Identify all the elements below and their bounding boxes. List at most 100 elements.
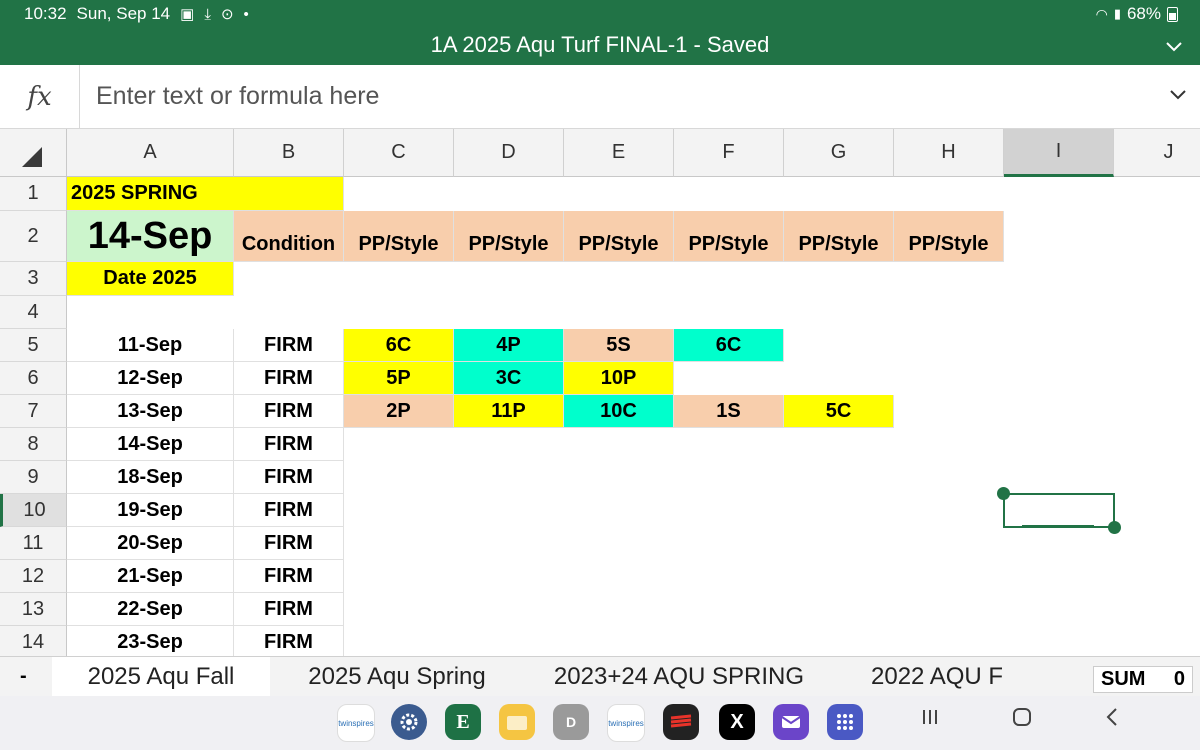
- cell-a7[interactable]: 13-Sep: [67, 395, 234, 428]
- row-header-8[interactable]: 8: [0, 428, 67, 461]
- selection-handle-bottom-right[interactable]: [1108, 521, 1121, 534]
- twinspires-chrome-icon[interactable]: twinspires: [607, 704, 645, 742]
- sum-status[interactable]: SUM 0: [1093, 666, 1193, 693]
- cell-b9[interactable]: FIRM: [234, 461, 344, 494]
- sheet-tabs: - 2025 Aqu Fall 2025 Aqu Spring 2023+24 …: [0, 656, 1200, 697]
- row-header-2[interactable]: 2: [0, 211, 67, 262]
- selection-handle-top-left[interactable]: [997, 487, 1010, 500]
- status-date: Sun, Sep 14: [76, 4, 171, 23]
- cell-d7[interactable]: 11P: [454, 395, 564, 428]
- cell-c2[interactable]: PP/Style: [344, 211, 454, 262]
- cell-e7[interactable]: 10C: [564, 395, 674, 428]
- cell-f2[interactable]: PP/Style: [674, 211, 784, 262]
- cell-a10[interactable]: 19-Sep: [67, 494, 234, 527]
- cell-d5[interactable]: 4P: [454, 329, 564, 362]
- sum-value: 0: [1173, 668, 1185, 690]
- selected-cell-i10[interactable]: [1003, 493, 1115, 528]
- chevron-down-icon[interactable]: [1166, 36, 1182, 57]
- row-header-3[interactable]: 3: [0, 262, 67, 296]
- row-header-7[interactable]: 7: [0, 395, 67, 428]
- apps-grid-icon[interactable]: [827, 704, 863, 740]
- back-icon[interactable]: [1104, 706, 1120, 735]
- mail-icon[interactable]: [773, 704, 809, 740]
- cell-c6[interactable]: 5P: [344, 362, 454, 395]
- column-header-c[interactable]: C: [344, 129, 454, 177]
- sheet-menu-button[interactable]: -: [20, 665, 27, 688]
- column-header-i[interactable]: I: [1004, 129, 1114, 177]
- row-header-4[interactable]: 4: [0, 296, 67, 329]
- cell-b6[interactable]: FIRM: [234, 362, 344, 395]
- cell-b13[interactable]: FIRM: [234, 593, 344, 626]
- cell-b14[interactable]: FIRM: [234, 626, 344, 656]
- tab-2025-aqu-spring[interactable]: 2025 Aqu Spring: [272, 657, 522, 697]
- row-header-14[interactable]: 14: [0, 626, 67, 656]
- row-header-13[interactable]: 13: [0, 593, 67, 626]
- row-header-12[interactable]: 12: [0, 560, 67, 593]
- cell-a14[interactable]: 23-Sep: [67, 626, 234, 656]
- cell-b5[interactable]: FIRM: [234, 329, 344, 362]
- column-header-g[interactable]: G: [784, 129, 894, 177]
- column-header-a[interactable]: A: [67, 129, 234, 177]
- cell-a6[interactable]: 12-Sep: [67, 362, 234, 395]
- cell-a2[interactable]: 14-Sep: [67, 211, 234, 262]
- cell-a11[interactable]: 20-Sep: [67, 527, 234, 560]
- column-header-b[interactable]: B: [234, 129, 344, 177]
- fx-icon[interactable]: fx: [0, 65, 80, 128]
- cell-c7[interactable]: 2P: [344, 395, 454, 428]
- twinspires-app-icon[interactable]: twinspires: [337, 704, 375, 742]
- cell-c5[interactable]: 6C: [344, 329, 454, 362]
- cell-b10[interactable]: FIRM: [234, 494, 344, 527]
- cell-a9[interactable]: 18-Sep: [67, 461, 234, 494]
- cell-b11[interactable]: FIRM: [234, 527, 344, 560]
- cell-a5[interactable]: 11-Sep: [67, 329, 234, 362]
- column-header-h[interactable]: H: [894, 129, 1004, 177]
- cell-a8[interactable]: 14-Sep: [67, 428, 234, 461]
- cell-g2[interactable]: PP/Style: [784, 211, 894, 262]
- cell-e5[interactable]: 5S: [564, 329, 674, 362]
- select-all-corner[interactable]: [0, 129, 67, 177]
- recent-apps-icon[interactable]: [920, 706, 940, 734]
- sync-icon: ⊙: [220, 6, 234, 23]
- column-header-d[interactable]: D: [454, 129, 564, 177]
- home-icon[interactable]: [1011, 706, 1033, 735]
- row-header-10[interactable]: 10: [0, 494, 67, 527]
- column-header-f[interactable]: F: [674, 129, 784, 177]
- tab-2022-aqu-f[interactable]: 2022 AQU F: [836, 657, 1002, 697]
- formula-input[interactable]: [96, 77, 1136, 115]
- cell-b2[interactable]: Condition: [234, 211, 344, 262]
- excel-app-icon[interactable]: E: [445, 704, 481, 740]
- column-header-j[interactable]: J: [1114, 129, 1200, 177]
- files-folder-icon[interactable]: [499, 704, 535, 740]
- cell-e2[interactable]: PP/Style: [564, 211, 674, 262]
- cell-b12[interactable]: FIRM: [234, 560, 344, 593]
- racing-app-icon[interactable]: [663, 704, 699, 740]
- cell-b8[interactable]: FIRM: [234, 428, 344, 461]
- cell-f5[interactable]: 6C: [674, 329, 784, 362]
- cell-a13[interactable]: 22-Sep: [67, 593, 234, 626]
- cell-e6[interactable]: 10P: [564, 362, 674, 395]
- x-app-icon[interactable]: X: [719, 704, 755, 740]
- settings-gear-icon[interactable]: [391, 704, 427, 740]
- cell-a3[interactable]: Date 2025: [67, 262, 234, 296]
- column-header-e[interactable]: E: [564, 129, 674, 177]
- row-header-1[interactable]: 1: [0, 177, 67, 211]
- expand-formula-icon[interactable]: [1170, 83, 1186, 106]
- select-all-icon: [22, 147, 42, 167]
- cell-d2[interactable]: PP/Style: [454, 211, 564, 262]
- cell-a12[interactable]: 21-Sep: [67, 560, 234, 593]
- document-title[interactable]: 1A 2025 Aqu Turf FINAL-1 - Saved: [0, 32, 1200, 58]
- cell-h2[interactable]: PP/Style: [894, 211, 1004, 262]
- row-header-6[interactable]: 6: [0, 362, 67, 395]
- row-header-11[interactable]: 11: [0, 527, 67, 560]
- d-app-icon[interactable]: D: [553, 704, 589, 740]
- tab-2025-aqu-fall[interactable]: 2025 Aqu Fall: [52, 657, 270, 697]
- cell-g7[interactable]: 5C: [784, 395, 894, 428]
- tab-2023-24-aqu-spring[interactable]: 2023+24 AQU SPRING: [524, 657, 834, 697]
- spreadsheet-grid[interactable]: A B C D E F G H I J 1 2 3 4 5 6 7 8 9 10…: [0, 129, 1200, 656]
- row-header-9[interactable]: 9: [0, 461, 67, 494]
- cell-a1[interactable]: 2025 SPRING: [67, 177, 344, 211]
- cell-f7[interactable]: 1S: [674, 395, 784, 428]
- row-header-5[interactable]: 5: [0, 329, 67, 362]
- cell-b7[interactable]: FIRM: [234, 395, 344, 428]
- cell-d6[interactable]: 3C: [454, 362, 564, 395]
